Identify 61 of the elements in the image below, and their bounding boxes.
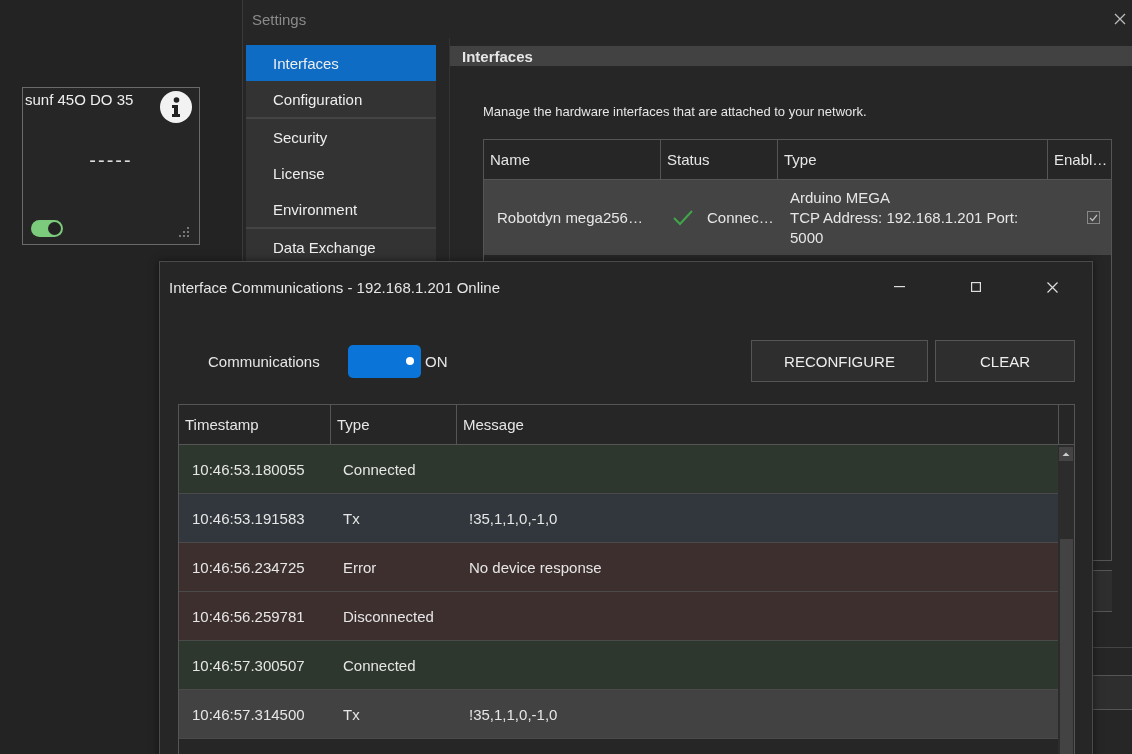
resize-grip-icon[interactable] [179,227,189,237]
log-row[interactable]: 10:46:56.259781 Disconnected [179,592,1058,641]
nav-item[interactable]: Interfaces [246,45,436,81]
reconfigure-button[interactable]: RECONFIGURE [751,340,928,382]
table-cell-text: TCP Address: 192.168.1.201 Port: 5000 [790,207,1020,248]
table-cell-text: No device response [468,557,603,578]
column-header[interactable]: Name [484,140,660,179]
column-header[interactable]: Timestamp [179,405,330,444]
table-cell: Arduino MEGA [790,187,891,208]
table-row[interactable]: Robotdyn mega256… Connec… Arduino MEGA TCP Address: 192.168.1.201 Port: 5000 [484,180,1111,255]
column-header[interactable]: Status [660,140,777,179]
info-icon[interactable] [160,91,192,123]
description-text: Manage the hardware interfaces that are attached to your network. [483,104,868,119]
table-cell-text: 10:46:53.191583 [191,508,306,529]
tile-title: sunf 45O DO 35 [25,91,134,110]
window-title: Interface Communications - 192.168.1.201 Online [169,278,502,296]
table-cell-text: 10:46:57.314500 [191,704,306,725]
table-cell-text: !35,1,1,0,-1,0 [468,704,559,725]
table-cell-text: 10:46:56.234725 [191,557,306,578]
table-cell-text: Tx [342,704,361,725]
log-row[interactable]: 10:46:57.300507 Connected [179,641,1058,690]
column-header[interactable]: Type [330,405,456,444]
status-text: Connec… [707,209,774,226]
maximize-icon[interactable] [971,282,981,292]
communications-label: Communications [208,352,321,370]
tile-value: ----- [88,148,134,173]
nav-item[interactable]: Environment [246,191,436,227]
table-cell-text: 10:46:56.259781 [191,606,306,627]
nav-item[interactable]: Configuration [246,81,436,117]
log-row[interactable]: 10:46:53.180055 Connected [179,445,1058,494]
scrollbar-thumb[interactable] [1059,539,1073,754]
table-cell-text: Connected [342,459,417,480]
close-icon[interactable] [1114,13,1126,25]
table-cell-text: !35,1,1,0,-1,0 [468,508,559,529]
nav-item[interactable]: Security [246,119,436,155]
nav-item[interactable]: Data Exchange [246,229,436,265]
column-header[interactable]: Type [777,140,1047,179]
scroll-up-icon[interactable] [1059,447,1073,461]
scrollbar[interactable] [1058,445,1074,754]
clear-button[interactable]: CLEAR [935,340,1075,382]
table-cell-text: Error [342,557,378,578]
table-cell-text: Tx [342,508,361,529]
column-header[interactable]: Message [456,405,1058,444]
nav-item[interactable]: License [246,155,436,191]
table-cell-text: Robotdyn mega256… [496,208,644,228]
toggle-switch[interactable] [31,220,63,237]
log-row[interactable]: 10:46:56.234725 Error No device response [179,543,1058,592]
table-cell-text: Disconnected [342,606,435,627]
toggle-switch[interactable] [348,344,421,378]
table-cell-text: 10:46:57.300507 [191,655,306,676]
table-cell-text: Connected [342,655,417,676]
log-row[interactable]: 10:46:57.314500 Tx !35,1,1,0,-1,0 [179,690,1058,739]
close-icon[interactable] [1047,281,1058,293]
window-title: Settings [252,10,307,28]
toggle-state-text: ON [425,352,449,370]
minimize-icon[interactable] [894,286,905,288]
checkbox[interactable] [1087,211,1100,224]
column-header[interactable]: Enabl… [1047,140,1111,179]
log-row[interactable]: 10:46:53.191583 Tx !35,1,1,0,-1,0 [179,494,1058,543]
section-header: Interfaces [450,46,1132,66]
table-cell-text: 10:46:53.180055 [191,459,306,480]
